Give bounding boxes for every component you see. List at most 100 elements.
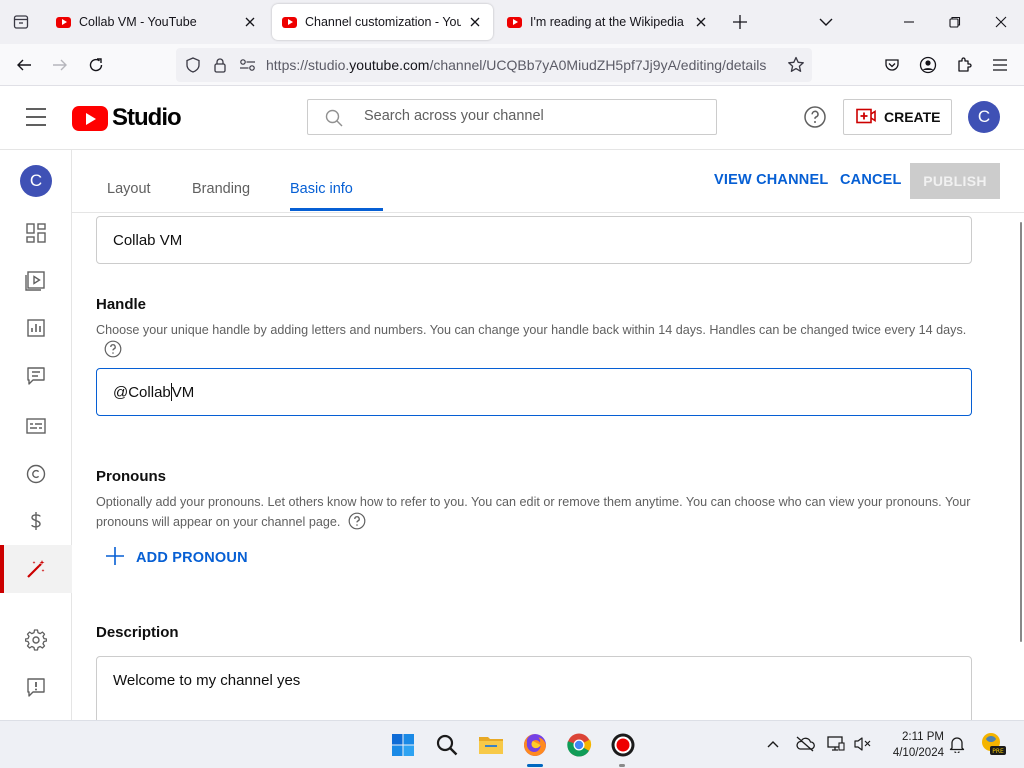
window-close-button[interactable] [989, 10, 1013, 34]
tab-close-button[interactable] [467, 14, 483, 30]
record-icon [611, 733, 635, 757]
cancel-button[interactable]: CANCEL [840, 172, 902, 188]
restore-icon [949, 16, 961, 28]
sidebar-item-copyright[interactable] [0, 450, 72, 498]
sidebar-item-feedback[interactable] [0, 663, 72, 711]
pocket-icon [885, 59, 899, 71]
taskbar-clock[interactable]: 2:11 PM 4/10/2024 [880, 729, 944, 761]
shield-icon[interactable] [185, 57, 201, 78]
window-restore-button[interactable] [943, 10, 967, 34]
url-text[interactable]: https://studio.youtube.com/channel/UCQBb… [266, 57, 766, 73]
windows-logo-icon [392, 734, 414, 756]
publish-button[interactable]: PUBLISH [910, 163, 1000, 199]
reload-icon [89, 58, 103, 72]
view-channel-button[interactable]: VIEW CHANNEL [714, 172, 828, 188]
help-button[interactable] [803, 105, 827, 129]
back-button[interactable] [12, 53, 36, 77]
browser-tab-wikipedia[interactable]: I'm reading at the Wikipedia - YouTube [497, 4, 719, 40]
create-button[interactable]: CREATE [843, 99, 952, 135]
copilot-pre-icon: PRE [982, 733, 1006, 755]
tray-overflow-button[interactable] [762, 733, 784, 755]
sidebar-item-analytics[interactable] [0, 304, 72, 352]
notifications-button[interactable] [946, 733, 968, 755]
onedrive-tray-button[interactable] [794, 733, 816, 755]
tab-close-button[interactable] [693, 14, 709, 30]
bookmark-star-icon[interactable] [787, 56, 805, 79]
copilot-tray-button[interactable]: PRE [980, 731, 1006, 757]
file-explorer-button[interactable] [475, 729, 507, 761]
display-tray-button[interactable] [825, 733, 847, 755]
sidebar-item-customization[interactable] [0, 545, 72, 593]
pronouns-help-icon[interactable] [348, 512, 366, 530]
folder-icon [479, 737, 503, 754]
permissions-icon[interactable] [239, 57, 257, 78]
recorder-taskbar-button[interactable] [607, 729, 639, 761]
content-scrollbar[interactable] [1018, 214, 1024, 720]
sidebar-item-subtitles[interactable] [0, 402, 72, 450]
close-icon [696, 17, 706, 27]
sidebar-item-content[interactable] [0, 256, 72, 304]
add-pronoun-button[interactable]: ADD PRONOUN [106, 547, 248, 569]
extensions-button[interactable] [952, 53, 976, 77]
earn-icon [31, 512, 41, 530]
handle-input[interactable]: @Collab VM [96, 368, 972, 416]
chrome-taskbar-button[interactable] [563, 729, 595, 761]
sidebar-item-comments[interactable] [0, 352, 72, 400]
scrollbar-thumb[interactable] [1020, 222, 1022, 642]
sidebar-item-dashboard[interactable] [0, 209, 72, 257]
comments-icon [27, 367, 45, 385]
handle-description: Choose your unique handle by adding lett… [96, 320, 976, 360]
chevron-down-icon [819, 18, 833, 26]
tab-basic-info[interactable]: Basic info [290, 181, 353, 197]
feedback-icon [27, 678, 45, 697]
account-button[interactable] [916, 53, 940, 77]
search-box[interactable] [307, 99, 717, 135]
browser-tab-collab-vm[interactable]: Collab VM - YouTube [46, 4, 268, 40]
app-menu-button[interactable] [988, 53, 1012, 77]
description-textarea[interactable]: Welcome to my channel yes [96, 656, 972, 720]
tab-branding[interactable]: Branding [192, 181, 250, 197]
tab-list-button[interactable] [0, 0, 42, 44]
list-all-tabs-button[interactable] [814, 10, 838, 34]
new-tab-button[interactable] [728, 10, 752, 34]
url-bar[interactable]: https://studio.youtube.com/channel/UCQBb… [176, 48, 812, 82]
handle-value-before-caret: @Collab [113, 383, 171, 401]
tab-layout[interactable]: Layout [107, 181, 151, 197]
browser-tab-channel-customization[interactable]: Channel customization - YouTube Studio [272, 4, 493, 40]
sidebar-item-earn[interactable] [0, 497, 72, 545]
close-icon [245, 17, 255, 27]
menu-line [26, 116, 46, 118]
hamburger-menu-button[interactable] [26, 108, 46, 126]
pronouns-description: Optionally add your pronouns. Let others… [96, 492, 976, 532]
tab-title: I'm reading at the Wikipedia - YouTube [530, 15, 687, 29]
lock-icon[interactable] [212, 57, 228, 78]
window-minimize-button[interactable] [897, 10, 921, 34]
reload-button[interactable] [84, 53, 108, 77]
studio-logo[interactable]: Studio [72, 104, 182, 132]
pocket-button[interactable] [880, 53, 904, 77]
channel-avatar[interactable]: C [20, 165, 52, 197]
channel-name-value: Collab VM [113, 231, 183, 249]
taskbar-search-button[interactable] [431, 729, 463, 761]
forward-button[interactable] [48, 53, 72, 77]
account-avatar[interactable]: C [968, 101, 1000, 133]
create-video-icon [856, 108, 876, 127]
basic-info-form: Collab VM Handle Choose your unique hand… [72, 214, 1018, 720]
tab-list-icon [13, 15, 29, 29]
firefox-taskbar-button[interactable] [519, 729, 551, 761]
channel-name-input[interactable]: Collab VM [96, 216, 972, 264]
start-button[interactable] [387, 729, 419, 761]
arrow-right-icon [53, 59, 67, 71]
pronouns-title: Pronouns [96, 468, 166, 485]
plus-icon [106, 547, 124, 569]
network-volume-tray-button[interactable] [852, 733, 874, 755]
sidebar-item-settings[interactable] [0, 616, 72, 664]
tab-close-button[interactable] [242, 14, 258, 30]
cloud-offline-icon [796, 736, 815, 752]
browser-tab-bar: Collab VM - YouTube Channel customizatio… [0, 0, 1024, 44]
pronouns-description-text: Optionally add your pronouns. Let others… [96, 495, 971, 529]
handle-help-icon[interactable] [104, 340, 122, 358]
subtitles-icon [26, 418, 46, 434]
add-pronoun-label: ADD PRONOUN [136, 550, 248, 566]
search-input[interactable] [364, 108, 694, 124]
